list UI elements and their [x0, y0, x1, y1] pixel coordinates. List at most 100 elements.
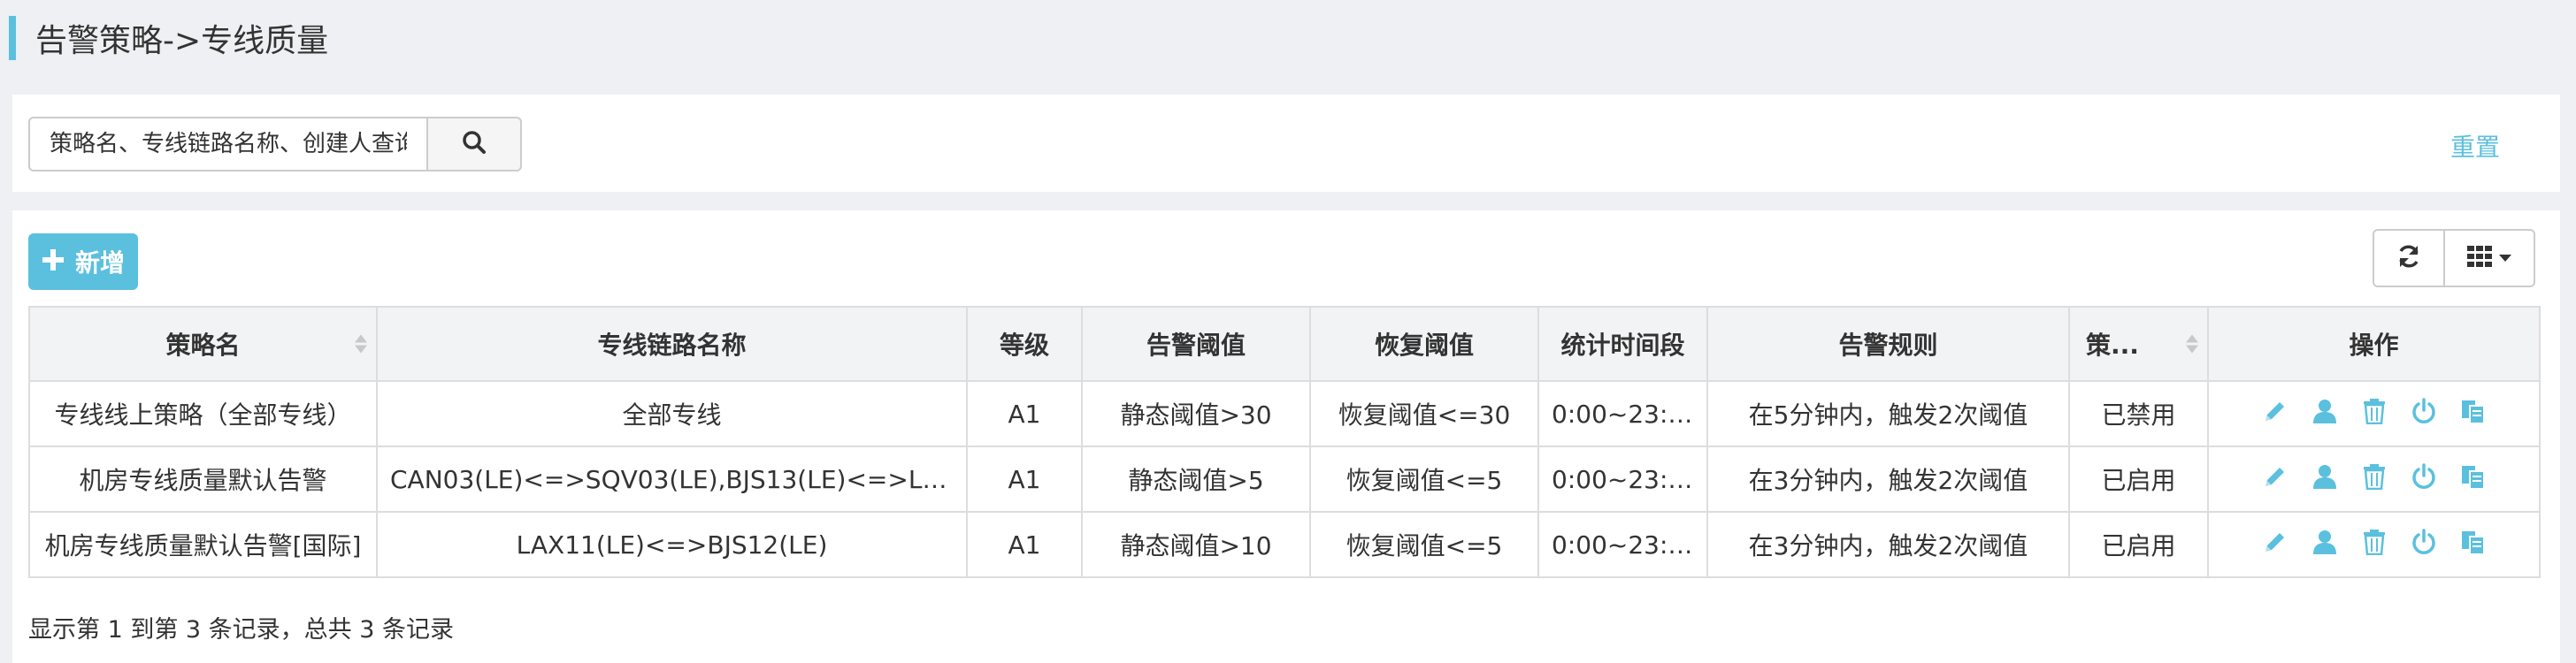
edit-button[interactable] — [2262, 531, 2288, 558]
delete-button[interactable] — [2361, 463, 2388, 492]
power-icon — [2411, 462, 2437, 496]
col-header-name[interactable]: 策略名 — [28, 306, 378, 382]
cell-link: 全部专线 — [376, 380, 968, 447]
cell-name: 机房专线质量默认告警[国际] — [28, 511, 378, 578]
page-title: 告警策略->专线质量 — [35, 23, 329, 59]
user-icon — [2312, 529, 2338, 561]
cell-actions — [2207, 380, 2541, 447]
assign-user-button[interactable] — [2312, 529, 2338, 561]
cell-level: A1 — [966, 511, 1083, 578]
table-row: 机房专线质量默认告警[国际] LAX11(LE)<=>BJS12(LE) A1 … — [28, 511, 2541, 578]
columns-button[interactable] — [2443, 231, 2534, 286]
caret-down-icon — [2499, 250, 2511, 267]
assign-user-button[interactable] — [2312, 464, 2338, 492]
assign-user-button[interactable] — [2312, 399, 2338, 427]
cell-recover-threshold: 恢复阈值<=30 — [1309, 380, 1539, 447]
col-header-link: 专线链路名称 — [376, 306, 968, 382]
search-panel: 重置 — [12, 95, 2560, 192]
trash-icon — [2361, 463, 2388, 496]
cell-rule: 在3分钟内，触发2次阈值 — [1706, 511, 2070, 578]
strategy-table: 策略名 专线链路名称 等级 告警阈值 恢复阈值 统计时间段 告警规则 策... … — [28, 306, 2541, 578]
copy-icon — [2460, 463, 2487, 496]
col-header-label: 策... — [2086, 331, 2139, 360]
cell-level: A1 — [966, 380, 1083, 447]
user-icon — [2312, 463, 2338, 496]
cell-actions — [2207, 511, 2541, 578]
cell-rule: 在5分钟内，触发2次阈值 — [1706, 380, 2070, 447]
cell-alarm-threshold: 静态阈值>10 — [1081, 511, 1311, 578]
col-header-label: 告警规则 — [1838, 331, 1938, 360]
col-header-alarm-threshold: 告警阈值 — [1081, 306, 1311, 382]
delete-button[interactable] — [2361, 398, 2388, 427]
toggle-button[interactable] — [2411, 528, 2437, 561]
table-panel: 新增 策略名 专线链路名称 等级 告警阈值 恢复阈值 统计时间段 告警规则 策.… — [12, 210, 2560, 663]
plus-icon — [42, 246, 65, 278]
edit-icon — [2262, 463, 2288, 496]
cell-name: 专线线上策略（全部专线） — [28, 380, 378, 447]
toggle-button[interactable] — [2411, 462, 2437, 492]
row-actions — [2221, 462, 2526, 492]
col-header-label: 等级 — [999, 331, 1049, 360]
col-header-label: 操作 — [2349, 331, 2399, 360]
col-header-status[interactable]: 策... — [2068, 306, 2209, 382]
col-header-label: 告警阈值 — [1146, 331, 1246, 360]
cell-name: 机房专线质量默认告警 — [28, 446, 378, 513]
col-header-label: 专线链路名称 — [597, 331, 747, 360]
col-header-rule: 告警规则 — [1706, 306, 2070, 382]
edit-icon — [2262, 398, 2288, 431]
cell-alarm-threshold: 静态阈值>30 — [1081, 380, 1311, 447]
cell-recover-threshold: 恢复阈值<=5 — [1309, 511, 1539, 578]
copy-button[interactable] — [2460, 465, 2487, 492]
copy-icon — [2460, 398, 2487, 431]
col-header-level: 等级 — [966, 306, 1083, 382]
cell-time-range: 0:00~23:59 — [1537, 511, 1708, 578]
trash-icon — [2361, 529, 2388, 561]
reset-link[interactable]: 重置 — [2450, 128, 2500, 164]
trash-icon — [2361, 398, 2388, 431]
table-row: 机房专线质量默认告警 CAN03(LE)<=>SQV03(LE),BJS13(L… — [28, 446, 2541, 513]
search-input[interactable] — [28, 117, 426, 171]
col-header-label: 恢复阈值 — [1374, 331, 1474, 360]
search-icon — [461, 129, 487, 159]
refresh-icon — [2396, 243, 2422, 273]
col-header-time-range: 统计时间段 — [1537, 306, 1708, 382]
refresh-button[interactable] — [2374, 231, 2443, 286]
cell-time-range: 0:00~23:59 — [1537, 380, 1708, 447]
copy-icon — [2460, 529, 2487, 561]
cell-time-range: 0:00~23:59 — [1537, 446, 1708, 513]
edit-icon — [2262, 529, 2288, 561]
table-row: 专线线上策略（全部专线） 全部专线 A1 静态阈值>30 恢复阈值<=30 0:… — [28, 380, 2541, 447]
copy-button[interactable] — [2460, 529, 2487, 561]
toggle-button[interactable] — [2411, 397, 2437, 427]
col-header-recover-threshold: 恢复阈值 — [1309, 306, 1539, 382]
cell-link: CAN03(LE)<=>SQV03(LE),BJS13(LE)<=>LFG11(… — [376, 446, 968, 513]
col-header-label: 策略名 — [165, 331, 241, 360]
col-header-actions: 操作 — [2207, 306, 2541, 382]
grid-icon — [2467, 246, 2492, 271]
search-button[interactable] — [426, 117, 522, 171]
sort-icon — [355, 334, 367, 354]
table-toolbar-group — [2373, 229, 2535, 287]
delete-button[interactable] — [2361, 529, 2388, 561]
copy-button[interactable] — [2460, 400, 2487, 427]
cell-rule: 在3分钟内，触发2次阈值 — [1706, 446, 2070, 513]
col-header-label: 统计时间段 — [1560, 331, 1685, 360]
add-button[interactable]: 新增 — [28, 233, 138, 290]
cell-actions — [2207, 446, 2541, 513]
table-header-row: 策略名 专线链路名称 等级 告警阈值 恢复阈值 统计时间段 告警规则 策... … — [28, 306, 2541, 382]
page-header: 告警策略->专线质量 — [9, 16, 328, 60]
cell-status: 已禁用 — [2068, 380, 2209, 447]
sort-icon — [2186, 334, 2198, 354]
power-icon — [2411, 528, 2437, 561]
cell-link: LAX11(LE)<=>BJS12(LE) — [376, 511, 968, 578]
row-actions — [2221, 397, 2526, 427]
cell-status: 已启用 — [2068, 446, 2209, 513]
cell-alarm-threshold: 静态阈值>5 — [1081, 446, 1311, 513]
user-icon — [2312, 398, 2338, 431]
pagination-info: 显示第 1 到第 3 条记录，总共 3 条记录 — [28, 616, 455, 644]
power-icon — [2411, 397, 2437, 431]
edit-button[interactable] — [2262, 400, 2288, 427]
cell-recover-threshold: 恢复阈值<=5 — [1309, 446, 1539, 513]
cell-level: A1 — [966, 446, 1083, 513]
edit-button[interactable] — [2262, 466, 2288, 492]
